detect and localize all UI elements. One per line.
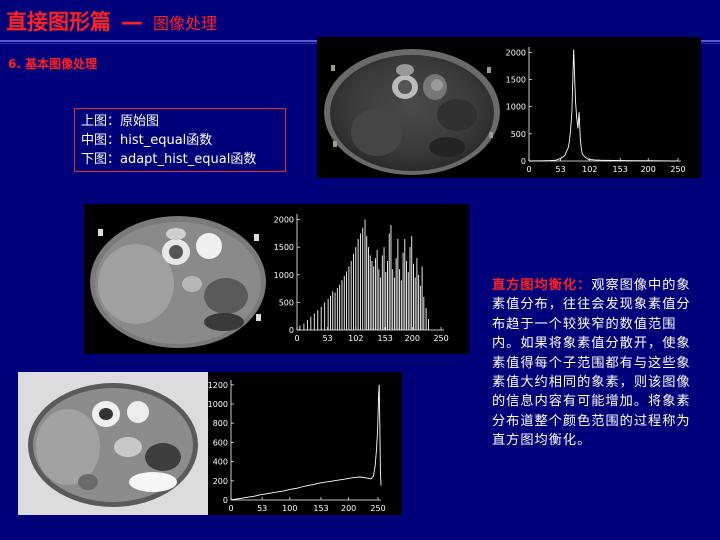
original-histogram: 0 500 1000 1500 2000 0 53 102 153 200 250 [506, 47, 686, 174]
hist-equal-histogram: 0 500 1000 1500 2000 0 53 102 153 200 250 [274, 214, 449, 343]
y-tick-label: 500 [511, 130, 526, 139]
description-text: 直方图均衡化：观察图像中的象素值分布，往往会发现象素值分布趋于一个较狭窄的数值范… [492, 276, 692, 451]
adapt-hist-equal-panel: 0 200 400 600 800 1000 1200 0 53 100 153 200 250 [18, 372, 402, 515]
caption-box: 上图：原始图 中图：hist_equal函数 下图：adapt_hist_equ… [74, 108, 286, 172]
histogram-line [528, 49, 679, 162]
description-highlight: 直方图均衡化： [492, 278, 592, 293]
x-tick-label: 0 [294, 334, 299, 343]
caption-line-middle: 中图：hist_equal函数 [81, 133, 213, 148]
x-tick-label: 53 [555, 165, 565, 174]
x-tick-label: 0 [526, 165, 531, 174]
title-separator: — [121, 10, 143, 35]
y-tick-label: 1200 [208, 381, 228, 390]
x-tick-label: 153 [313, 504, 328, 513]
x-tick-label: 200 [341, 504, 356, 513]
x-tick-label: 100 [282, 504, 297, 513]
y-tick-label: 0 [289, 326, 294, 335]
x-tick-label: 153 [613, 165, 628, 174]
y-tick-label: 2000 [274, 216, 294, 225]
y-tick-label: 200 [213, 477, 228, 486]
x-tick-label: 53 [257, 504, 267, 513]
caption-line-top: 上图：原始图 [81, 114, 160, 129]
y-tick-label: 800 [213, 419, 228, 428]
y-tick-label: 600 [213, 438, 228, 447]
x-tick-label: 200 [405, 334, 420, 343]
original-panel: 0 500 1000 1500 2000 0 53 102 153 200 250 [317, 37, 701, 178]
y-tick-label: 500 [279, 298, 294, 307]
title-subtitle: 图像处理 [153, 14, 218, 33]
x-tick-label: 200 [641, 165, 656, 174]
section-title: 6. 基本图像处理 [8, 57, 98, 71]
x-tick-label: 53 [322, 334, 332, 343]
y-tick-label: 1500 [274, 243, 294, 252]
caption-line-bottom: 下图：adapt_hist_equal函数 [81, 152, 257, 167]
hist-equal-panel: 0 500 1000 1500 2000 0 53 102 153 200 250 [84, 204, 469, 354]
y-tick-label: 1000 [208, 400, 228, 409]
x-tick-label: 102 [582, 165, 597, 174]
y-tick-label: 1000 [274, 271, 294, 280]
y-tick-label: 0 [223, 496, 228, 505]
x-tick-label: 0 [228, 504, 233, 513]
x-tick-label: 153 [378, 334, 393, 343]
y-tick-label: 0 [521, 157, 526, 166]
slide-title: 直接图形篇 — 图像处理 [6, 6, 217, 40]
x-tick-label: 250 [433, 334, 448, 343]
y-tick-label: 2000 [506, 48, 526, 57]
x-tick-label: 102 [348, 334, 363, 343]
title-main: 直接图形篇 [6, 10, 111, 34]
x-tick-label: 250 [670, 165, 685, 174]
y-tick-label: 400 [213, 458, 228, 467]
description-body: 观察图像中的象素值分布，往往会发现象素值分布趋于一个较狭窄的数值范围内。如果将象… [492, 278, 691, 449]
x-tick-label: 250 [370, 504, 385, 513]
y-tick-label: 1000 [506, 103, 526, 112]
y-tick-label: 1500 [506, 76, 526, 85]
adapt-hist-equal-histogram: 0 200 400 600 800 1000 1200 0 53 100 153 200 250 [208, 380, 386, 513]
histogram-line [230, 384, 382, 501]
